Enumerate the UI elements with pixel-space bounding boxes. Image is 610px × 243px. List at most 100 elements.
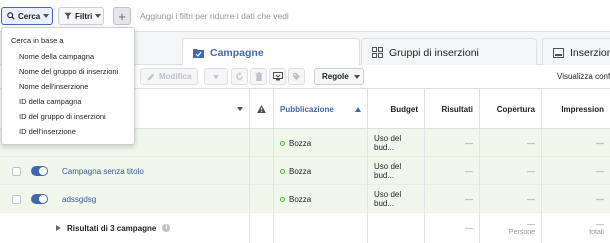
totals-results-cell: —: [425, 213, 480, 243]
rules-button-label: Regole: [322, 72, 349, 81]
view-setup-link[interactable]: Visualizza confi: [557, 72, 610, 81]
expand-chevron-icon[interactable]: [56, 225, 61, 231]
warning-cell: [250, 129, 274, 157]
info-icon[interactable]: i: [162, 224, 171, 232]
totals-row: Risultati di 3 campagne i — — Persone — …: [0, 213, 610, 243]
totals-impressions-cell: — totali: [542, 213, 610, 243]
totals-budget-cell: [368, 213, 425, 243]
dropdown-item[interactable]: Nome del gruppo di inserzioni: [19, 67, 118, 76]
warning-cell: [250, 157, 274, 185]
search-icon: [7, 12, 15, 20]
edit-button-label: Modifica: [159, 72, 192, 81]
row-checkbox[interactable]: [12, 166, 21, 176]
funnel-icon: [64, 12, 72, 20]
tag-icon: [292, 72, 301, 81]
budget-cell: Uso del bud...: [368, 185, 425, 213]
draft-status-icon: [280, 196, 285, 202]
campaign-toggle[interactable]: [31, 166, 48, 176]
budget-text: Uso del bud...: [374, 162, 402, 180]
filters-button-label: Filtri: [75, 11, 93, 21]
tab-ads-label: Inserzioni: [570, 46, 610, 59]
tag-button[interactable]: [288, 68, 305, 85]
totals-coverage-cell: — Persone: [480, 213, 542, 243]
impressions-column-header[interactable]: Impression: [542, 89, 610, 129]
totals-coverage-value: —: [527, 220, 535, 229]
totals-warning-cell: [250, 213, 274, 243]
dropdown-item[interactable]: ID della campagna: [19, 97, 82, 106]
status-text: Bozza: [289, 138, 312, 148]
coverage-cell: —: [480, 129, 542, 157]
publication-header-label: Pubblicazione: [280, 104, 334, 114]
results-cell: —: [425, 157, 480, 185]
sort-chevron-icon: [237, 107, 243, 111]
name-cell: adssgdsg: [3, 185, 250, 213]
dropdown-title: Cerca in base a: [11, 36, 64, 45]
results-column-header[interactable]: Risultati: [425, 89, 480, 129]
results-header-label: Risultati: [441, 104, 473, 114]
totals-coverage-unit: Persone: [508, 229, 535, 236]
coverage-cell: —: [480, 157, 542, 185]
budget-column-header[interactable]: Budget: [368, 89, 425, 129]
refresh-icon: [236, 72, 243, 80]
warning-icon: [257, 105, 266, 113]
edit-button[interactable]: Modifica: [140, 68, 198, 85]
ad-icon: [553, 47, 564, 58]
budget-text: Uso del bud...: [374, 134, 402, 152]
impressions-cell: —: [596, 194, 604, 204]
ab-test-button[interactable]: [269, 68, 286, 85]
status-cell: Bozza: [274, 185, 368, 213]
totals-impressions-unit: totali: [589, 229, 604, 236]
chevron-down-icon: [353, 74, 360, 79]
totals-label: Risultati di 3 campagne: [67, 223, 157, 233]
tab-ad-sets[interactable]: Gruppi di inserzioni: [361, 38, 537, 66]
dropdown-item[interactable]: Nome dell'inserzione: [19, 82, 88, 91]
table-row[interactable]: Campagna senza titolo Bozza Uso del bud.…: [0, 157, 610, 185]
duplicate-button[interactable]: [231, 68, 248, 85]
campaign-toggle[interactable]: [31, 194, 48, 204]
dropdown-item[interactable]: ID dell'inserzione: [19, 127, 76, 136]
budget-cell: Uso del bud...: [368, 129, 425, 157]
add-filter-button[interactable]: +: [113, 7, 131, 25]
search-by-dropdown: Cerca in base a Nome della campagna Nome…: [1, 27, 135, 145]
coverage-cell: —: [480, 185, 542, 213]
search-button-label: Cerca: [18, 11, 41, 21]
delete-button[interactable]: [250, 68, 267, 85]
table-row[interactable]: adssgdsg Bozza Uso del bud... — — —: [0, 185, 610, 213]
row-checkbox[interactable]: [12, 194, 21, 204]
budget-text: Uso del bud...: [374, 190, 402, 208]
coverage-column-header[interactable]: Copertura: [480, 89, 542, 129]
tab-ads[interactable]: Inserzioni: [542, 38, 610, 66]
coverage-header-label: Copertura: [496, 104, 535, 114]
pencil-icon: [147, 73, 155, 80]
warning-column-header[interactable]: [250, 89, 274, 129]
more-options-button[interactable]: [204, 68, 228, 85]
status-text: Bozza: [289, 166, 312, 176]
tab-campaigns[interactable]: Campagne: [182, 38, 360, 66]
impressions-cell: —: [596, 166, 604, 176]
filter-hint-text[interactable]: Aggiungi i filtri per ridurre i dati che…: [140, 11, 289, 21]
draft-status-icon: [280, 168, 285, 174]
totals-status-cell: [274, 213, 368, 243]
dropdown-item[interactable]: ID del gruppo di inserzioni: [19, 112, 106, 121]
draft-status-icon: [280, 140, 285, 146]
trash-icon: [254, 72, 263, 81]
filters-button[interactable]: Filtri: [58, 7, 104, 25]
tab-ad-sets-label: Gruppi di inserzioni: [389, 46, 479, 59]
chevron-down-icon: [95, 14, 102, 18]
sort-up-icon: [355, 106, 361, 112]
dropdown-item[interactable]: Nome della campagna: [19, 52, 94, 61]
flask-icon: [272, 72, 283, 81]
budget-header-label: Budget: [390, 104, 418, 114]
tab-campaigns-label: Campagne: [210, 46, 264, 59]
results-cell: —: [425, 129, 480, 157]
campaign-name-link[interactable]: Campagna senza titolo: [62, 167, 144, 176]
search-button[interactable]: Cerca: [1, 7, 53, 25]
grid-icon: [372, 47, 383, 58]
publication-column-header[interactable]: Pubblicazione: [274, 89, 368, 129]
totals-label-cell: Risultati di 3 campagne i: [0, 213, 250, 243]
status-text: Bozza: [289, 194, 312, 204]
chevron-down-icon: [213, 74, 219, 79]
budget-cell: Uso del bud...: [368, 157, 425, 185]
campaign-name-link[interactable]: adssgdsg: [62, 195, 96, 204]
rules-button[interactable]: Regole: [314, 68, 364, 85]
